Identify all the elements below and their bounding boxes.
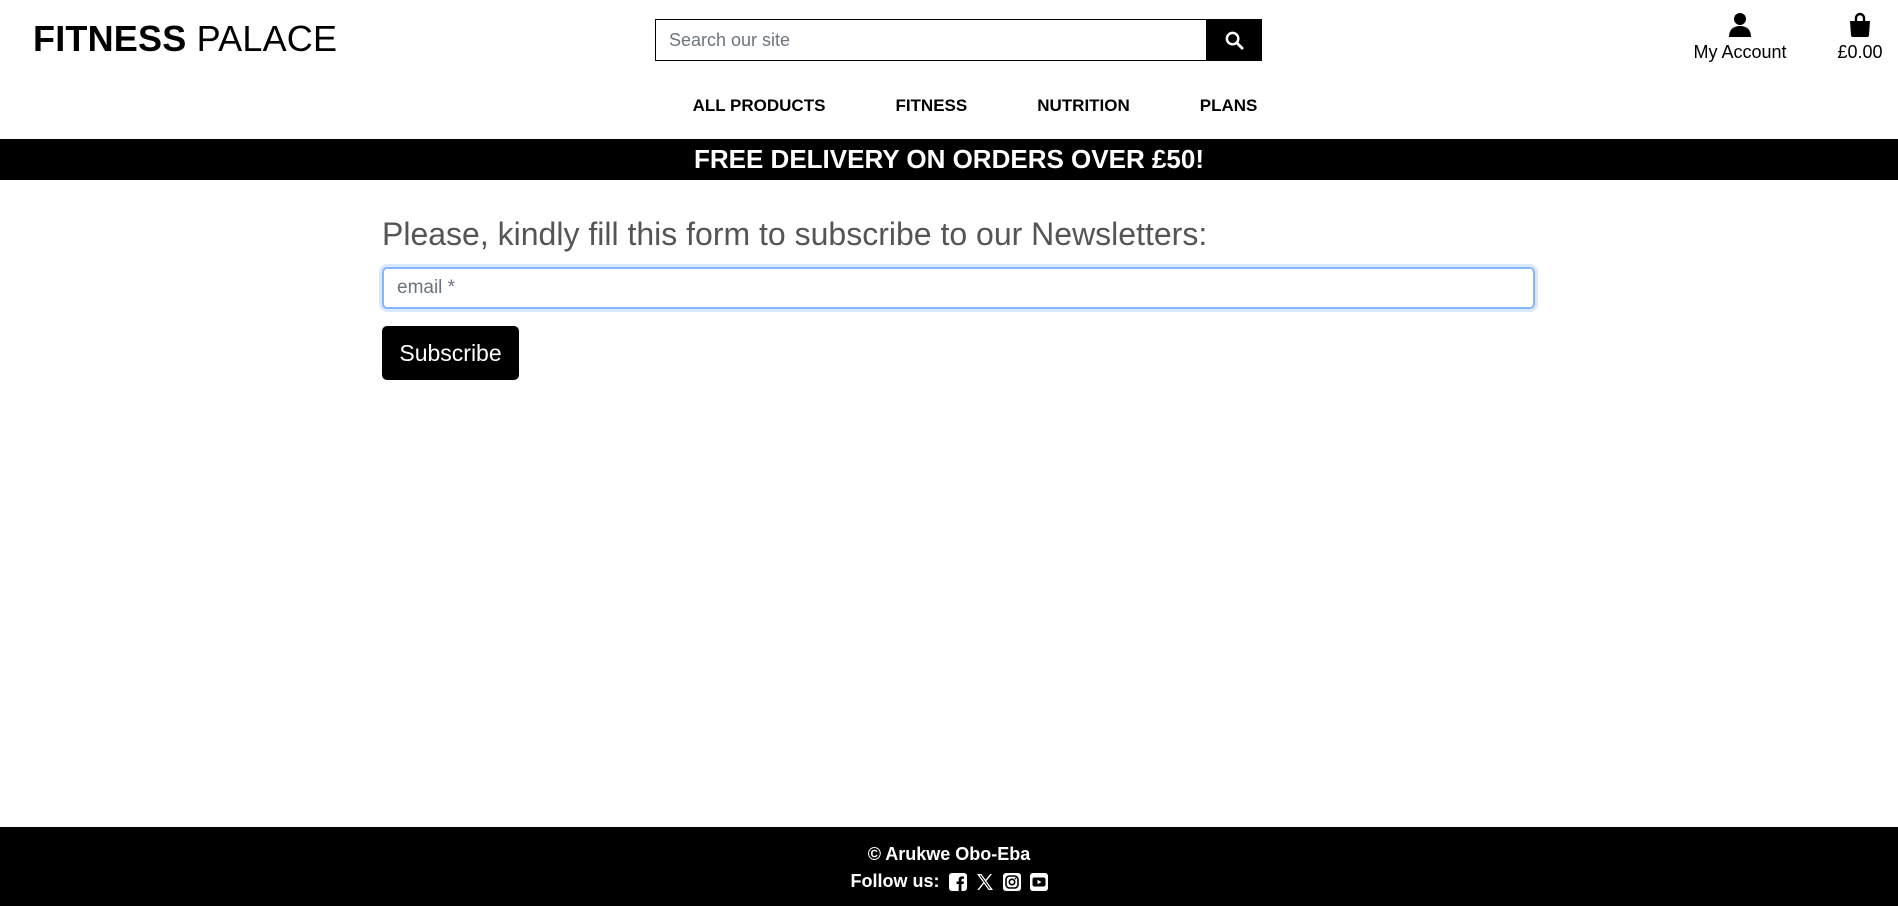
shopping-bag-link[interactable]: £0.00 <box>1830 12 1890 63</box>
shopping-bag-icon <box>1850 12 1870 37</box>
delivery-banner: FREE DELIVERY ON ORDERS OVER £50! <box>0 139 1898 180</box>
nav-item-plans[interactable]: PLANS <box>1165 96 1293 116</box>
page: FITNESS PALACE My Account £0.00 ALL PROD… <box>0 0 1898 906</box>
facebook-square-icon[interactable] <box>948 872 967 891</box>
newsletter-form: Please, kindly fill this form to subscri… <box>382 216 1535 380</box>
social-links: Follow us: <box>0 871 1898 892</box>
x-twitter-icon[interactable] <box>976 873 994 891</box>
instagram-square-icon[interactable] <box>1002 872 1021 891</box>
user-icon <box>1729 13 1751 37</box>
main-nav: ALL PRODUCTS FITNESS NUTRITION PLANS <box>0 96 1898 116</box>
search-icon <box>1225 31 1244 50</box>
youtube-square-icon[interactable] <box>1029 872 1048 891</box>
my-account-link[interactable]: My Account <box>1690 12 1790 63</box>
bag-total: £0.00 <box>1837 42 1883 62</box>
logo-word-palace: PALACE <box>196 18 338 59</box>
search-button[interactable] <box>1206 19 1262 61</box>
copyright-text: © Arukwe Obo-Eba <box>867 844 1031 864</box>
email-field[interactable] <box>382 267 1535 309</box>
search-form <box>655 19 1262 61</box>
nav-item-all-products[interactable]: ALL PRODUCTS <box>658 96 861 116</box>
my-account-label: My Account <box>1693 42 1787 62</box>
newsletter-title: Please, kindly fill this form to subscri… <box>382 216 1208 252</box>
nav-item-fitness[interactable]: FITNESS <box>860 96 1002 116</box>
search-input[interactable] <box>655 19 1206 61</box>
logo-word-fitness: FITNESS <box>33 18 187 59</box>
subscribe-button[interactable]: Subscribe <box>382 326 519 380</box>
follow-label: Follow us: <box>850 871 940 891</box>
footer: © Arukwe Obo-Eba Follow us: <box>0 827 1898 906</box>
nav-item-nutrition[interactable]: NUTRITION <box>1002 96 1165 116</box>
site-logo[interactable]: FITNESS PALACE <box>33 18 337 60</box>
